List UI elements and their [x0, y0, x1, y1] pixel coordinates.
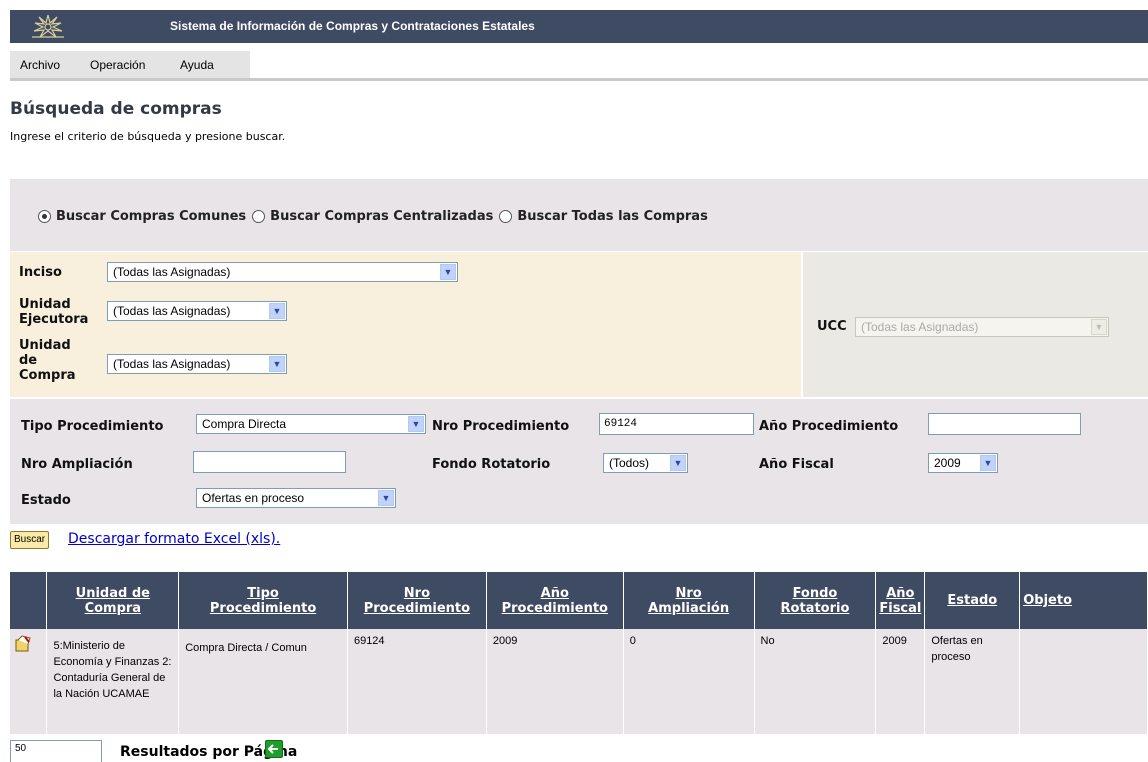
results-table-container: Unidad de Compra Tipo Procedimiento Nro Pro… — [10, 572, 1148, 734]
tipo-procedimiento-select[interactable]: Compra Directa ▼ — [196, 414, 426, 434]
organization-filter-panel: Inciso (Todas las Asignadas) ▼ Unidad Ej… — [10, 252, 801, 397]
chevron-down-icon: ▼ — [1091, 319, 1107, 335]
col-anio-procedimiento[interactable]: Año Procedimiento — [486, 572, 624, 629]
unidad-ejecutora-select[interactable]: (Todas las Asignadas) ▼ — [107, 301, 287, 321]
ucc-select-value: (Todas las Asignadas) — [861, 320, 979, 334]
fondo-rotatorio-select[interactable]: (Todos) ▼ — [603, 453, 688, 473]
cell-anio-fiscal: 2009 — [875, 629, 926, 734]
radio-todas-compras[interactable] — [499, 210, 513, 223]
chevron-down-icon: ▼ — [269, 356, 285, 372]
anio-fiscal-select-value: 2009 — [934, 456, 961, 470]
radio-label-todas-compras[interactable]: Buscar Todas las Compras — [517, 209, 707, 224]
anio-procedimiento-label: Año Procedimiento — [759, 419, 899, 434]
unidad-compra-select-value: (Todas las Asignadas) — [113, 357, 231, 371]
cell-nro-ampliacion: 0 — [623, 629, 755, 734]
nro-procedimiento-label: Nro Procedimiento — [432, 419, 570, 434]
search-button[interactable]: Buscar — [10, 531, 50, 549]
menu-bar: Archivo Operación Ayuda — [10, 51, 1148, 81]
chevron-down-icon: ▼ — [378, 490, 394, 506]
chevron-down-icon: ▼ — [408, 416, 424, 432]
radio-label-compras-comunes[interactable]: Buscar Compras Comunes — [56, 209, 246, 224]
ucc-filter-panel: UCC (Todas las Asignadas) ▼ — [803, 252, 1148, 397]
view-detail-icon[interactable] — [14, 635, 32, 653]
fondo-rotatorio-select-value: (Todos) — [609, 456, 650, 470]
row-icon-cell[interactable] — [10, 629, 48, 734]
ucc-label: UCC — [817, 319, 847, 334]
back-arrow-glyph — [267, 744, 278, 754]
unidad-compra-label: Unidad de Compra — [19, 338, 76, 383]
col-nro-procedimiento[interactable]: Nro Procedimiento — [347, 572, 487, 629]
inciso-select[interactable]: (Todas las Asignadas) ▼ — [107, 262, 458, 282]
anio-procedimiento-input[interactable] — [928, 413, 1081, 435]
cell-anio-procedimiento: 2009 — [486, 629, 624, 734]
ucc-select: (Todas las Asignadas) ▼ — [855, 317, 1109, 337]
col-anio-fiscal[interactable]: Año Fiscal — [875, 572, 926, 629]
procedure-filter-panel: Tipo Procedimiento Compra Directa ▼ Nro … — [10, 399, 1148, 524]
cell-unidad-compra: 5:Ministerio de Economía y Finanzas 2: C… — [46, 629, 180, 734]
cell-objeto — [1019, 629, 1148, 734]
results-per-page-input[interactable]: 50 — [10, 740, 102, 762]
radio-compras-comunes[interactable] — [38, 210, 51, 223]
nro-procedimiento-input[interactable]: 69124 — [599, 413, 754, 435]
unidad-compra-select[interactable]: (Todas las Asignadas) ▼ — [107, 354, 287, 374]
col-objeto[interactable]: Objeto — [1019, 572, 1148, 629]
cell-fondo-rotatorio: No — [754, 629, 877, 734]
inciso-select-value: (Todas las Asignadas) — [113, 265, 231, 279]
fondo-rotatorio-label: Fondo Rotatorio — [432, 457, 551, 472]
col-unidad-compra[interactable]: Unidad de Compra — [46, 572, 180, 629]
app-header: Sistema de Información de Compras y Cont… — [10, 10, 1148, 43]
menu-ayuda[interactable]: Ayuda — [180, 58, 214, 72]
app-title: Sistema de Información de Compras y Cont… — [170, 19, 535, 33]
nro-ampliacion-label: Nro Ampliación — [21, 457, 133, 472]
unidad-ejecutora-select-value: (Todas las Asignadas) — [113, 304, 231, 318]
chevron-down-icon: ▼ — [980, 455, 996, 471]
search-mode-group: Buscar Compras Comunes Buscar Compras Ce… — [38, 209, 714, 224]
table-row: 5:Ministerio de Economía y Finanzas 2: C… — [10, 629, 1148, 734]
col-fondo-rotatorio[interactable]: Fondo Rotatorio — [754, 572, 877, 629]
inciso-label: Inciso — [19, 265, 62, 280]
menu-archivo[interactable]: Archivo — [20, 58, 60, 72]
cell-nro-procedimiento: 69124 — [347, 629, 487, 734]
cell-estado: Ofertas en proceso — [924, 629, 1021, 734]
col-estado[interactable]: Estado — [924, 572, 1021, 629]
logo-icon — [32, 14, 64, 38]
radio-compras-centralizadas[interactable] — [252, 210, 266, 223]
unidad-ejecutora-label: Unidad Ejecutora — [19, 297, 89, 327]
nro-ampliacion-input[interactable] — [193, 451, 346, 473]
estado-select-value: Ofertas en proceso — [202, 491, 305, 505]
estado-label: Estado — [21, 493, 71, 508]
icon-column-header — [10, 572, 48, 629]
page-title: Búsqueda de compras — [10, 99, 222, 119]
col-nro-ampliacion[interactable]: Nro Ampliación — [623, 572, 755, 629]
results-table: Unidad de Compra Tipo Procedimiento Nro Pro… — [10, 572, 1148, 734]
menu-container: Archivo Operación Ayuda — [10, 51, 250, 78]
anio-fiscal-select[interactable]: 2009 ▼ — [928, 453, 998, 473]
anio-fiscal-label: Año Fiscal — [759, 457, 834, 472]
col-tipo-procedimiento[interactable]: Tipo Procedimiento — [178, 572, 348, 629]
search-mode-panel: Buscar Compras Comunes Buscar Compras Ce… — [10, 179, 1148, 251]
chevron-down-icon: ▼ — [670, 455, 686, 471]
radio-label-compras-centralizadas[interactable]: Buscar Compras Centralizadas — [270, 209, 493, 224]
chevron-down-icon: ▼ — [269, 303, 285, 319]
results-header-row: Unidad de Compra Tipo Procedimiento Nro Pro… — [10, 572, 1148, 629]
tipo-procedimiento-select-value: Compra Directa — [202, 417, 287, 431]
tipo-procedimiento-label: Tipo Procedimiento — [21, 419, 164, 434]
menu-operacion[interactable]: Operación — [90, 58, 145, 72]
cell-tipo-procedimiento: Compra Directa / Comun — [178, 629, 348, 734]
estado-select[interactable]: Ofertas en proceso ▼ — [196, 488, 396, 508]
chevron-down-icon: ▼ — [440, 264, 456, 280]
download-excel-link[interactable]: Descargar formato Excel (xls). — [68, 531, 280, 547]
back-arrow-icon[interactable] — [265, 740, 283, 758]
page-subtitle: Ingrese el criterio de búsqueda y presio… — [10, 130, 286, 143]
